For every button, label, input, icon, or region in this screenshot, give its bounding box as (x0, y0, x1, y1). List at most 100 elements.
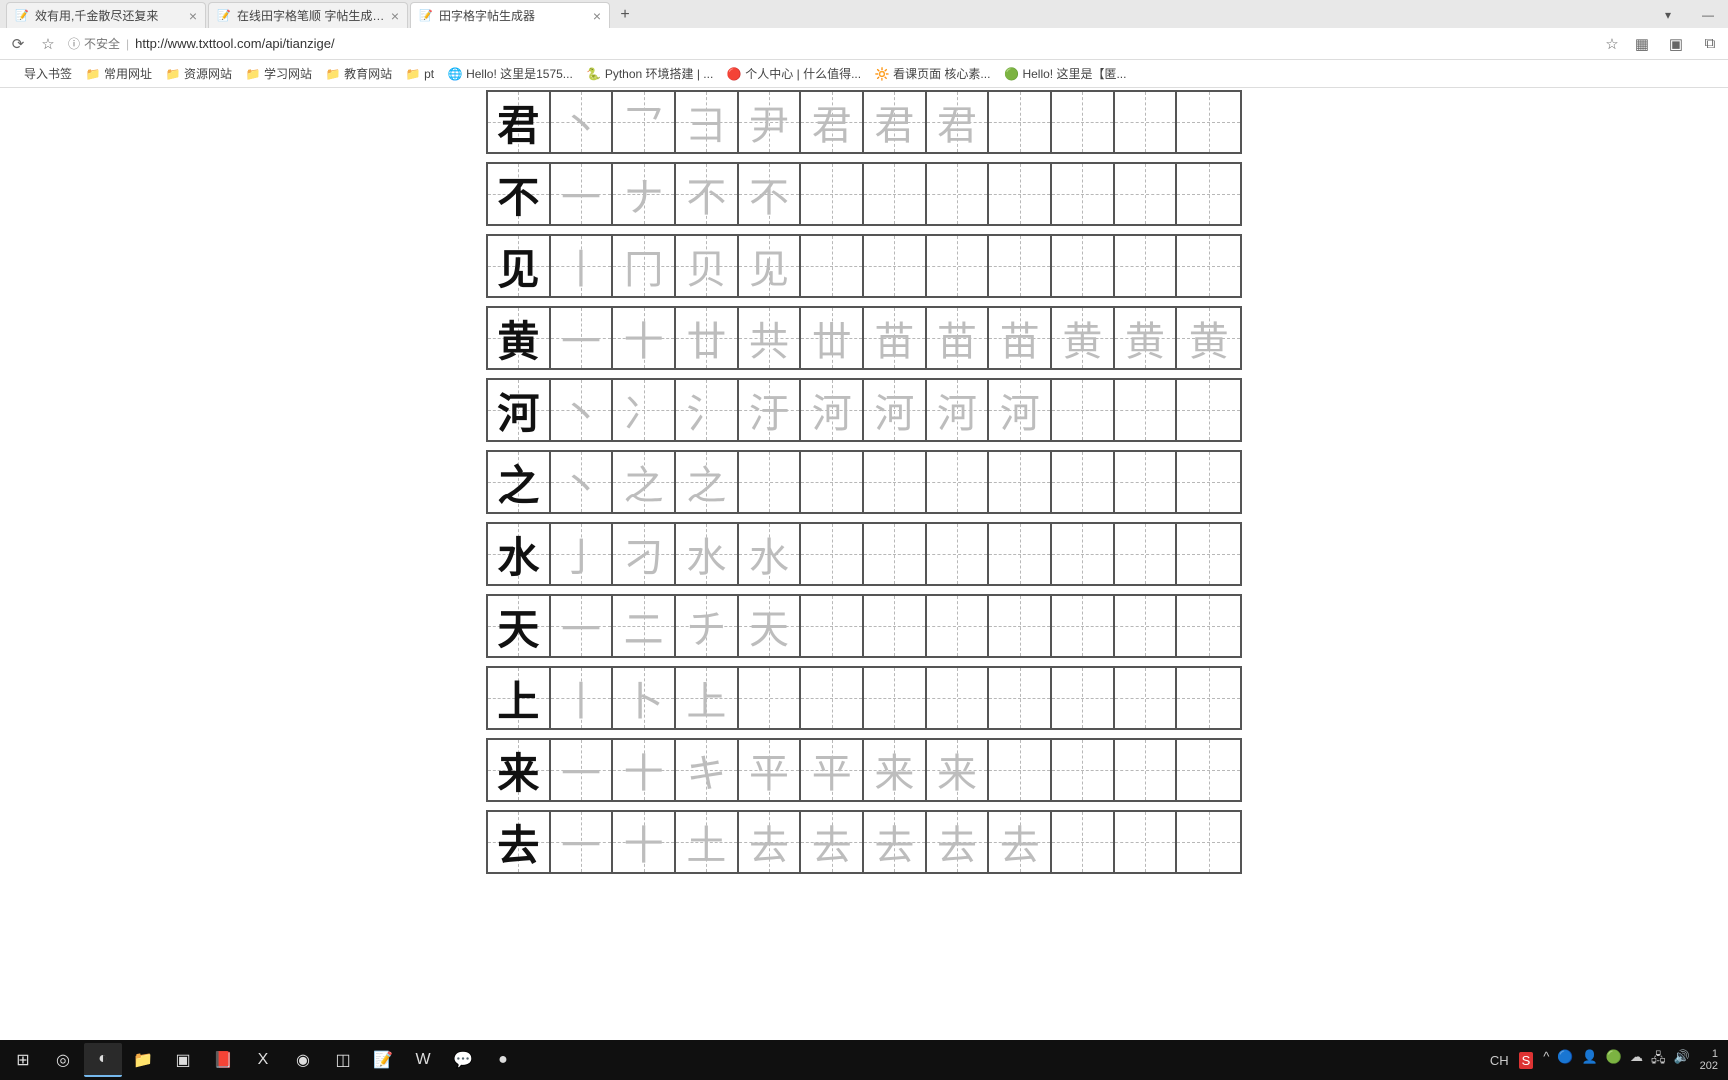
bookmark-page-icon[interactable]: ☆ (1602, 34, 1622, 54)
taskbar-app-icon[interactable]: ◫ (324, 1043, 362, 1077)
stroke-cell (1052, 452, 1115, 512)
browser-tab-2[interactable]: 📝 田字格字帖生成器 × (410, 2, 610, 28)
browser-tab-0[interactable]: 📝 效有用,千金散尽还复来 × (6, 2, 206, 28)
stroke-cell (1115, 812, 1178, 872)
stroke-cell: 卜 (613, 668, 676, 728)
close-icon[interactable]: × (189, 8, 197, 24)
bookmark-item[interactable]: 🔆看课页面 核心素... (875, 65, 990, 82)
stroke-glyph: チ (686, 597, 726, 655)
taskbar-clock[interactable]: 1 202 (1700, 1048, 1718, 1072)
bookmark-label: Python 环境搭建 | ... (605, 65, 713, 82)
stroke-cell (1052, 380, 1115, 440)
bookmark-item[interactable]: 📁教育网站 (326, 65, 392, 82)
bookmark-item[interactable]: 🔴个人中心 | 什么值得... (727, 65, 861, 82)
taskbar-app-icon[interactable]: ▣ (164, 1043, 202, 1077)
bookmark-item[interactable]: 📁pt (406, 67, 434, 81)
stroke-cell (801, 668, 864, 728)
taskbar-app-icon[interactable]: W (404, 1043, 442, 1077)
stroke-cell: 水 (676, 524, 739, 584)
stroke-cell: 土 (676, 812, 739, 872)
taskbar-app-icon[interactable]: ● (484, 1043, 522, 1077)
close-icon[interactable]: × (391, 8, 399, 24)
stroke-cell (1115, 524, 1178, 584)
tray-icon[interactable]: ^ (1543, 1049, 1549, 1071)
bookmark-item[interactable]: 🐍 Python 环境搭建 | ... (587, 65, 713, 82)
new-tab-button[interactable]: + (612, 2, 638, 28)
bookmark-icon: 📁 (326, 67, 340, 81)
taskbar-app-icon[interactable]: 📝 (364, 1043, 402, 1077)
stroke-cell (1177, 524, 1240, 584)
stroke-cell (801, 524, 864, 584)
reading-list-icon[interactable]: ▦ (1632, 34, 1652, 54)
tab-title: 在线田字格笔顺 字帖生成器 - ... (237, 7, 385, 24)
site-info-icon[interactable]: ⓘ 不安全 (68, 35, 120, 52)
window-minimize-icon[interactable]: — (1688, 2, 1728, 28)
stroke-glyph: 十 (624, 309, 664, 367)
stroke-glyph: 之 (624, 453, 664, 511)
stroke-cell (864, 524, 927, 584)
stroke-cell: 一 (551, 164, 614, 224)
stroke-cell (1177, 92, 1240, 152)
reload-icon[interactable]: ⟳ (8, 34, 28, 54)
taskbar-app-icon[interactable]: ◐ (84, 1043, 122, 1077)
stroke-cell (1052, 164, 1115, 224)
page-content[interactable]: 君丶乛彐尹君君君不一ナ不不见丨冂贝见黄一十廿共丗苗苗苗黄黄黄河丶冫氵汙河河河河之… (0, 88, 1728, 1040)
stroke-glyph: 丶 (561, 453, 601, 511)
bookmark-icon (6, 67, 20, 81)
bookmark-item[interactable]: 📁常用网址 (86, 65, 152, 82)
stroke-glyph: 君 (874, 93, 914, 151)
bookmark-item[interactable]: 📁学习网站 (246, 65, 312, 82)
tray-icon[interactable]: 👤 (1582, 1049, 1598, 1071)
stroke-cell (1177, 740, 1240, 800)
stroke-glyph: 天 (749, 597, 789, 655)
taskbar-app-icon[interactable]: 📕 (204, 1043, 242, 1077)
stroke-cell (1052, 236, 1115, 296)
stroke-cell: 平 (739, 740, 802, 800)
bookmark-item[interactable]: 📁资源网站 (166, 65, 232, 82)
stroke-glyph: 河 (874, 381, 914, 439)
bookmark-item[interactable]: 导入书签 (6, 65, 72, 82)
bookmark-star-icon[interactable]: ☆ (38, 34, 58, 54)
stroke-glyph: 平 (812, 741, 852, 799)
character-glyph: 黄 (497, 308, 539, 369)
stroke-cell (1177, 164, 1240, 224)
ime-indicator[interactable]: CH (1490, 1053, 1509, 1068)
stroke-cell: 河 (801, 380, 864, 440)
stroke-glyph: 十 (624, 741, 664, 799)
taskbar-app-icon[interactable]: ◉ (284, 1043, 322, 1077)
stroke-cell: 苗 (864, 308, 927, 368)
stroke-cell: 上 (676, 668, 739, 728)
taskbar-app-icon[interactable]: 📁 (124, 1043, 162, 1077)
browser-tab-1[interactable]: 📝 在线田字格笔顺 字帖生成器 - ... × (208, 2, 408, 28)
address-bar: ⟳ ☆ ⓘ 不安全 | http://www.txttool.com/api/t… (0, 28, 1728, 60)
stroke-cell (1177, 812, 1240, 872)
taskbar-app-icon[interactable]: 💬 (444, 1043, 482, 1077)
tray-icon[interactable]: 🔊 (1673, 1049, 1689, 1071)
window-menu-icon[interactable]: ▾ (1648, 2, 1688, 28)
url-box[interactable]: ⓘ 不安全 | http://www.txttool.com/api/tianz… (68, 35, 1592, 52)
tianzige-row: 上丨卜上 (486, 666, 1242, 730)
taskbar-app-icon[interactable]: X (244, 1043, 282, 1077)
stroke-glyph: 来 (937, 741, 977, 799)
stroke-glyph: 平 (749, 741, 789, 799)
taskbar-app-icon[interactable]: ◎ (44, 1043, 82, 1077)
bookmark-item[interactable]: 🟢Hello! 这里是【匿... (1004, 65, 1126, 82)
stroke-cell: 贝 (676, 236, 739, 296)
tray-icon[interactable]: ☁ (1630, 1049, 1643, 1071)
tab-overview-icon[interactable]: ⧉ (1700, 34, 1720, 54)
stroke-cell (864, 668, 927, 728)
stroke-cell: 丨 (551, 236, 614, 296)
tray-icon[interactable]: 🔵 (1557, 1049, 1573, 1071)
apps-icon[interactable]: ▣ (1666, 34, 1686, 54)
stroke-glyph: 黄 (1062, 309, 1102, 367)
bookmark-icon: 🐍 (587, 67, 601, 81)
tray-icon[interactable]: 🟢 (1606, 1049, 1622, 1071)
sogou-ime-icon[interactable]: S (1519, 1052, 1534, 1069)
start-button[interactable]: ⊞ (4, 1043, 42, 1077)
stroke-glyph: 乛 (624, 93, 664, 151)
stroke-cell (1115, 668, 1178, 728)
stroke-cell (1115, 236, 1178, 296)
tray-icon[interactable]: 🖧 (1651, 1049, 1666, 1071)
bookmark-item[interactable]: 🌐Hello! 这里是1575... (448, 65, 573, 82)
close-icon[interactable]: × (593, 8, 601, 24)
